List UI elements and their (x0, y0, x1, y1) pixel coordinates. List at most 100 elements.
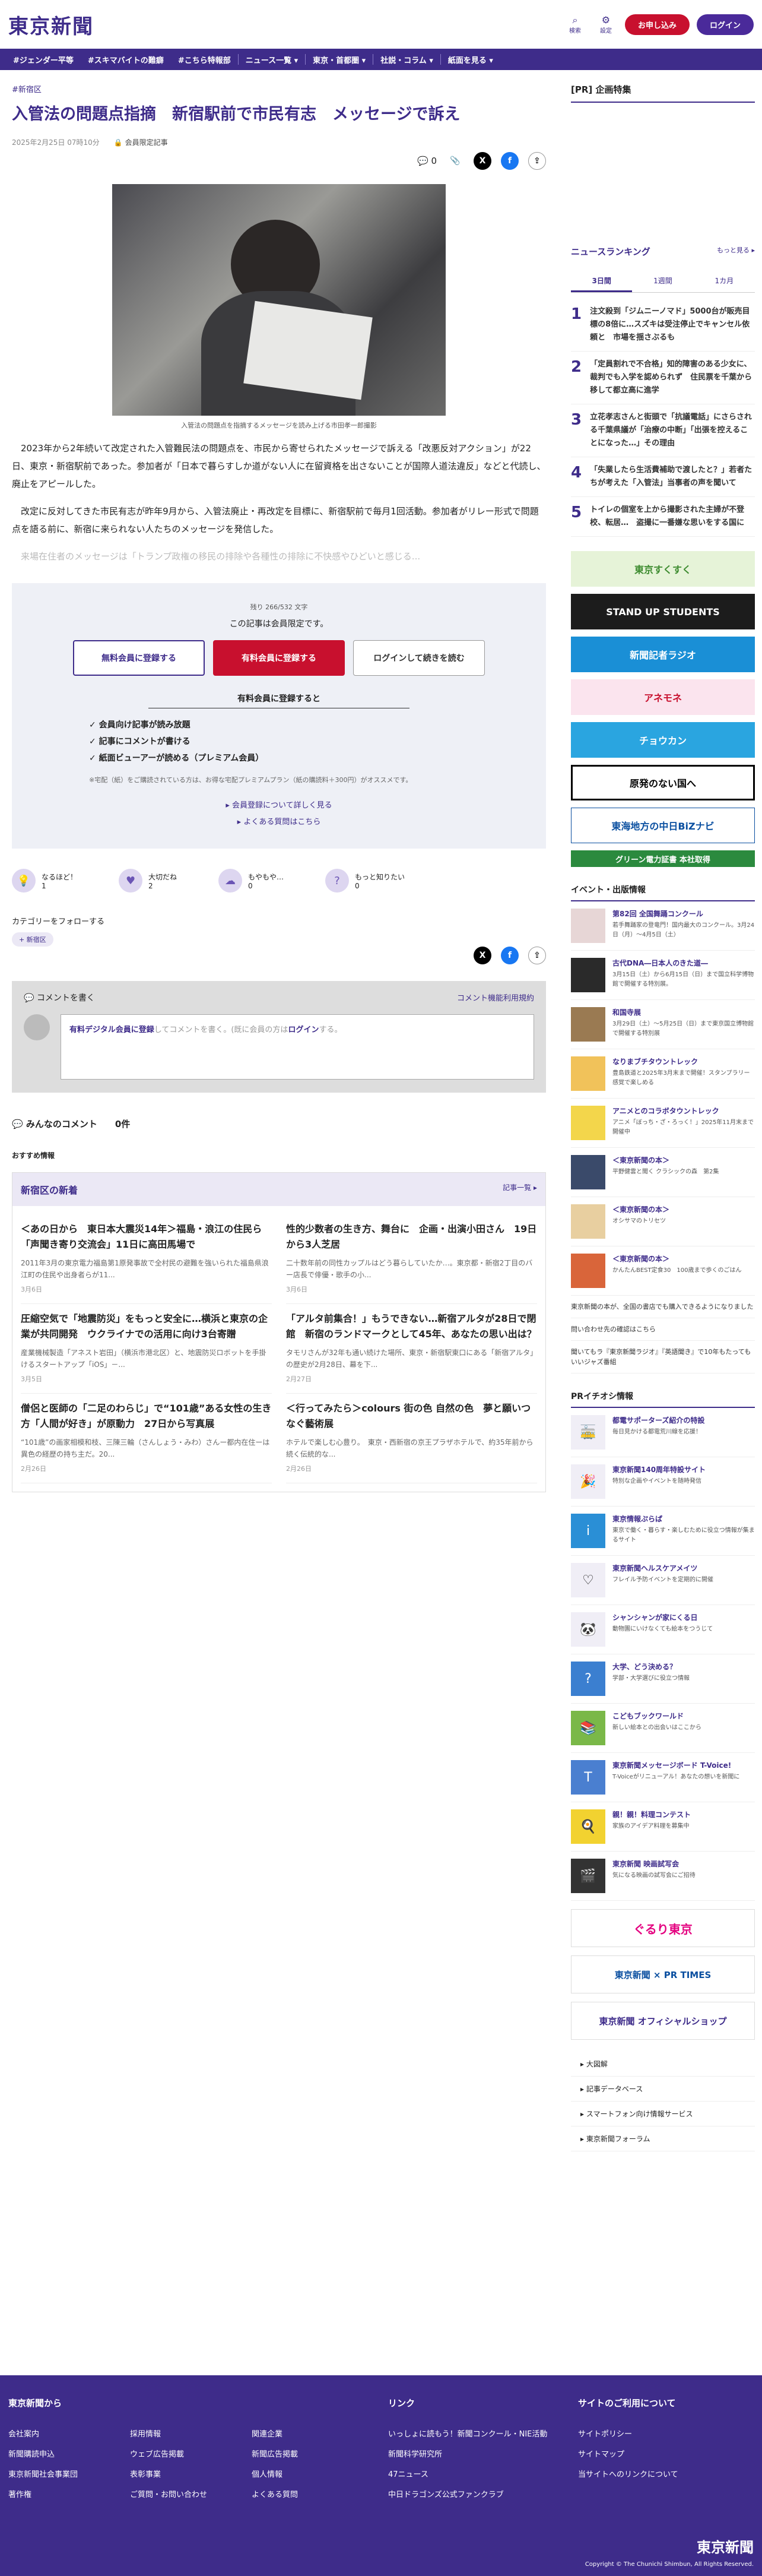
ranking-more-link[interactable]: もっと見る ▸ (717, 245, 755, 258)
reaction-taisetsu[interactable]: ♥ 大切だね 2 (119, 869, 177, 893)
site-logo[interactable]: 東京新聞 (8, 10, 94, 39)
news-item[interactable]: 僧侶と医師の「二足のわらじ」で“101歳”ある女性の生き方「人間が好き」が原動力… (21, 1394, 272, 1483)
clip-icon[interactable]: 📎 (446, 152, 464, 170)
footer-link[interactable]: よくある質問 (252, 2485, 373, 2505)
news-item[interactable]: ＜あの日から 東日本大震災14年＞福島・浪江の住民ら「声聞き寄り交流会」11日に… (21, 1214, 272, 1304)
banner-bizNavi[interactable]: 東海地方の中日BiZナビ (571, 808, 755, 843)
nav-item-paper[interactable]: 紙面を見る ▾ (441, 54, 500, 65)
login-continue-button[interactable]: ログインして続きを読む (353, 640, 485, 676)
subscribe-button[interactable]: お申し込み (624, 14, 690, 35)
side-link[interactable]: ▸ スマートフォン向け情報サービス (571, 2102, 755, 2126)
footer-link[interactable]: サイトマップ (578, 2445, 700, 2465)
side-link[interactable]: ▸ 記事データベース (571, 2077, 755, 2102)
reaction-motto[interactable]: ? もっと知りたい 0 (325, 869, 405, 893)
info-link[interactable]: 問い合わせ先の確認はこちら (571, 1318, 755, 1341)
comment-count[interactable]: 💬 0 (417, 156, 437, 166)
share-icon[interactable]: ⇪ (528, 152, 546, 170)
banner-genpatsu[interactable]: 原発のない国へ (571, 765, 755, 800)
reaction-naruhodo[interactable]: 💡 なるほど！ 1 (12, 869, 77, 893)
ranking-item[interactable]: 1 注文殺到「ジムニーノマド」5000台が販売目標の8倍に…スズキは受注停止でキャ… (571, 299, 755, 352)
footer-link[interactable]: サイトポリシー (578, 2425, 700, 2445)
event-item[interactable]: 古代DNA―日本人のきた道― 3月15日（土）から6月15日（日）まで国立科学博物… (571, 951, 755, 1000)
search-button[interactable]: ⌕ 検索 (563, 15, 587, 35)
banner-sukusuku[interactable]: 東京すくすく (571, 551, 755, 587)
pr-item[interactable]: 🐼 シャンシャンが家にくる日 動物園にいけなくても絵本をつうじて (571, 1605, 755, 1654)
nav-item-column[interactable]: 社説・コラム ▾ (373, 54, 440, 65)
footer-link[interactable]: 新聞購読申込 (8, 2445, 130, 2465)
pr-item[interactable]: 📚 こどもブックワールド 新しい絵本との出会いはここから (571, 1704, 755, 1753)
event-item[interactable]: なりまブチタウントレック 豊島鉄道と2025年3月末まで開催！スタンプラリー感覚で… (571, 1049, 755, 1099)
banner-anemone[interactable]: アネモネ (571, 679, 755, 715)
tab-3days[interactable]: 3日間 (571, 271, 633, 292)
footer-link[interactable]: 著作権 (8, 2485, 130, 2505)
free-register-button[interactable]: 無料会員に登録する (73, 640, 205, 676)
follow-tag-button[interactable]: + 新宿区 (12, 932, 53, 947)
banner-gururi[interactable]: ぐるり東京 (571, 1909, 755, 1947)
side-link[interactable]: ▸ 大図解 (571, 2052, 755, 2077)
reaction-moyamoya[interactable]: ☁ もやもや… 0 (218, 869, 284, 893)
banner-radio[interactable]: 新聞記者ラジオ (571, 637, 755, 672)
login-link[interactable]: ログイン (288, 1026, 319, 1034)
breadcrumb[interactable]: #新宿区 (12, 83, 546, 94)
x-share-icon[interactable]: X (474, 947, 491, 964)
nav-item-tokyo[interactable]: 東京・首都圏 ▾ (306, 54, 373, 65)
footer-link[interactable]: 会社案内 (8, 2425, 130, 2445)
facebook-share-icon[interactable]: f (501, 947, 519, 964)
pr-item[interactable]: i 東京情報ぷらぱ 東京で働く・暮らす・楽しむために役立つ情報が集まるサイト (571, 1507, 755, 1556)
pr-item[interactable]: ? 大学、どう決める？ 学部・大学選びに役立つ情報 (571, 1654, 755, 1704)
paid-register-button[interactable]: 有料会員に登録する (213, 640, 345, 676)
pr-item[interactable]: ♡ 東京新聞ヘルスケアメイツ フレイル予防イベントを定期的に開催 (571, 1556, 755, 1605)
event-item[interactable]: アニメとのコラボタウントレック アニメ「ぼっち・ざ・ろっく！」2025年11月末ま… (571, 1099, 755, 1148)
news-item[interactable]: 圧縮空気で「地震防災」をもっと安全に…横浜と東京の企業が共同開発 ウクライナでの… (21, 1304, 272, 1394)
member-info-link[interactable]: ▸ 会員登録について詳しく見る (36, 798, 522, 814)
share-icon[interactable]: ⇪ (528, 947, 546, 964)
footer-link[interactable]: 47ニュース (388, 2465, 578, 2485)
footer-link[interactable]: 新聞広告掲載 (252, 2445, 373, 2465)
event-item[interactable]: ＜東京新聞の本＞ かんたんBEST定食30 100歳まで歩くのごはん (571, 1246, 755, 1296)
footer-link[interactable]: 関連企業 (252, 2425, 373, 2445)
banner-prtimes[interactable]: 東京新聞 × PR TIMES (571, 1955, 755, 1993)
ranking-item[interactable]: 5 トイレの個室を上から撮影された主婦が不登校、転居… 盗撮に一番嫌な思いをする国… (571, 497, 755, 537)
news-item[interactable]: 性的少数者の生き方、舞台に 企画・出演小田さん 19日から3人芝居 二十数年前の同… (286, 1214, 537, 1304)
pr-item[interactable]: 🚋 都電サポーターズ紹介の特設 毎日見かける都電荒川線を応援！ (571, 1408, 755, 1457)
side-link[interactable]: ▸ 東京新聞フォーラム (571, 2126, 755, 2151)
login-button[interactable]: ログイン (696, 14, 754, 35)
info-link[interactable]: 東京新聞の本が、全国の書店でも購入できるようになりました (571, 1296, 755, 1318)
nav-item-sukima[interactable]: #スキマバイトの難癖 (81, 54, 171, 65)
pr-item[interactable]: 🍳 親！親！料理コンテスト 家族のアイデア料理を募集中 (571, 1802, 755, 1852)
facebook-share-icon[interactable]: f (501, 152, 519, 170)
comment-textarea[interactable]: 有料デジタル会員に登録してコメントを書く。(既に会員の方はログインする。 (61, 1014, 534, 1080)
footer-link[interactable]: 表彰事業 (130, 2465, 252, 2485)
tab-1month[interactable]: 1カ月 (694, 271, 755, 292)
footer-link[interactable]: 個人情報 (252, 2465, 373, 2485)
banner-shop[interactable]: 東京新聞 オフィシャルショップ (571, 2002, 755, 2040)
faq-link[interactable]: ▸ よくある質問はこちら (36, 814, 522, 831)
footer-link[interactable]: 東京新聞社会事業団 (8, 2465, 130, 2485)
settings-button[interactable]: ⚙ 設定 (594, 15, 618, 35)
nav-item-tokuhou[interactable]: #こちら特報部 (171, 54, 238, 65)
footer-link[interactable]: ご質問・お問い合わせ (130, 2485, 252, 2505)
nav-item-news[interactable]: ニュース一覧 ▾ (239, 54, 305, 65)
ranking-item[interactable]: 2 「定員割れで不合格」知的障害のある少女に、裁判でも入学を認められず 住民票を千… (571, 352, 755, 404)
footer-link[interactable]: 中日ドラゴンズ公式ファンクラブ (388, 2485, 578, 2505)
footer-link[interactable]: 新聞科学研究所 (388, 2445, 578, 2465)
news-more-link[interactable]: 記事一覧 ▸ (503, 1182, 537, 1197)
event-item[interactable]: ＜東京新聞の本＞ オシサマのトリセツ (571, 1197, 755, 1246)
event-item[interactable]: ＜東京新聞の本＞ 平野健雲と聞く クラシックの森 第2集 (571, 1148, 755, 1197)
pr-item[interactable]: T 東京新聞メッセージボード T-Voice! T-Voiceがリニューアル！あなた… (571, 1753, 755, 1802)
register-link[interactable]: 有料デジタル会員に登録 (69, 1026, 154, 1034)
footer-link[interactable]: 採用情報 (130, 2425, 252, 2445)
x-share-icon[interactable]: X (474, 152, 491, 170)
pr-item[interactable]: 🎉 東京新聞140周年特設サイト 特別な企画やイベントを随時発信 (571, 1457, 755, 1507)
tab-1week[interactable]: 1週間 (632, 271, 693, 292)
comment-policy-link[interactable]: コメント機能利用規約 (457, 992, 534, 1004)
banner-students[interactable]: STAND UP STUDENTS (571, 594, 755, 629)
footer-link[interactable]: いっしょに読もう！新聞コンクール・NIE活動 (388, 2425, 578, 2445)
footer-link[interactable]: 当サイトへのリンクについて (578, 2465, 700, 2485)
event-item[interactable]: 第82回 全国舞踊コンクール 若手舞踊家の登竜門！国内最大のコンクール。3月24日… (571, 901, 755, 951)
ranking-item[interactable]: 3 立花孝志さんと街頭で「抗議電話」にさらされる千葉県議が「治療の中断」「出張を控… (571, 404, 755, 457)
ranking-item[interactable]: 4 「失業したら生活費補助で渡したと？」若者たちが考えた「入管法」当事者の声を聞い… (571, 457, 755, 497)
footer-link[interactable]: ウェブ広告掲載 (130, 2445, 252, 2465)
event-item[interactable]: 和国寺展 3月29日（土）〜5月25日（日）まで東京国立博物館で開催する特別展 (571, 1000, 755, 1049)
nav-item-gender[interactable]: #ジェンダー平等 (6, 54, 81, 65)
